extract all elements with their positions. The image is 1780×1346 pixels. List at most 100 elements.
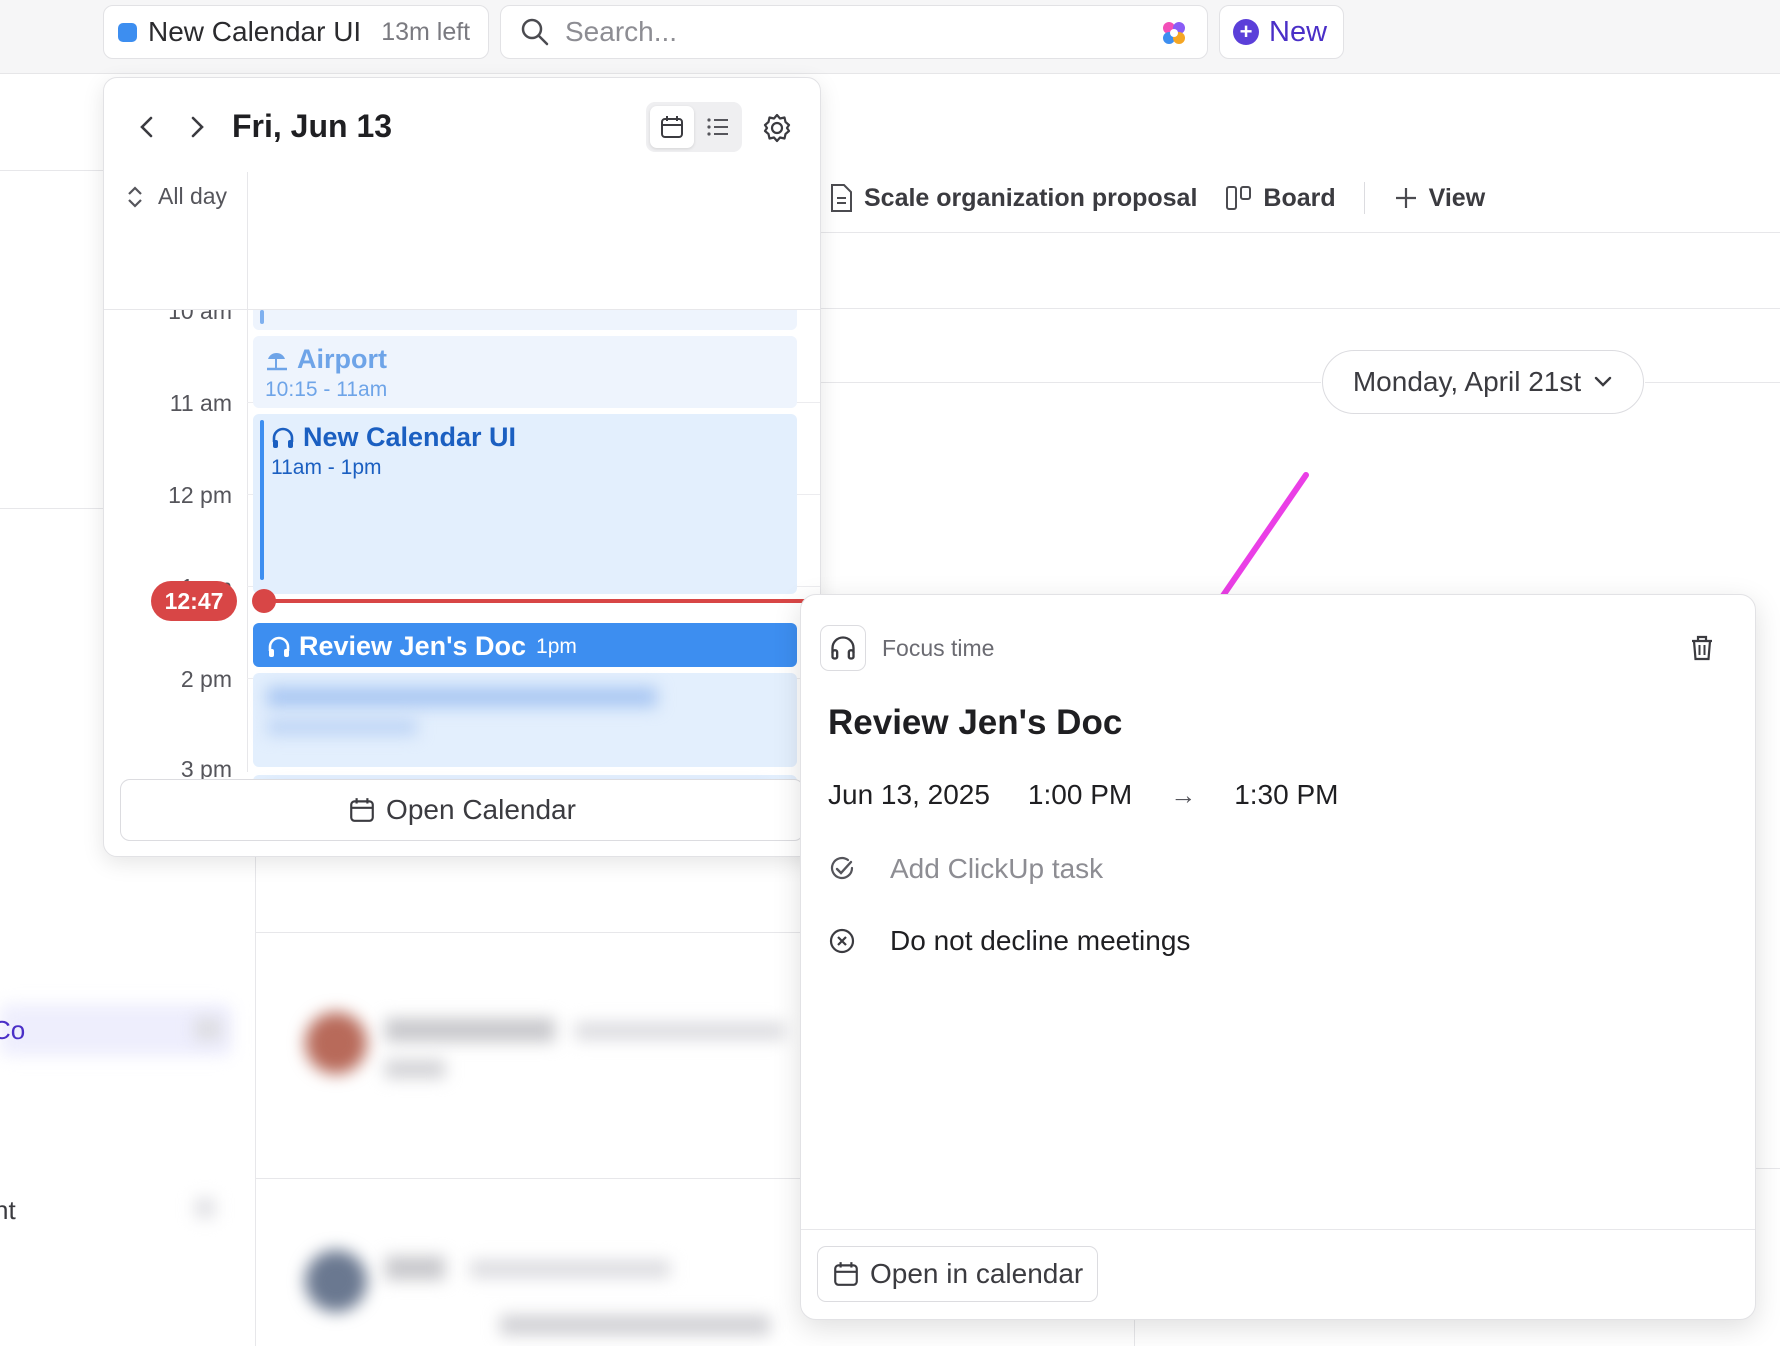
calendar-icon (834, 1262, 858, 1286)
add-view-button[interactable]: View (1393, 183, 1486, 213)
chevron-right-icon[interactable] (184, 112, 210, 142)
timer-color-dot (118, 22, 137, 42)
blurred-text (470, 1260, 670, 1278)
board-icon (1226, 186, 1252, 210)
headphones-icon (831, 636, 855, 660)
new-button[interactable]: + New (1219, 5, 1344, 59)
current-time-dot (252, 589, 276, 613)
hour-label: 10 am (168, 310, 232, 324)
view-toggle (646, 102, 742, 152)
event-detail-popover: Focus time Review Jen's Doc Jun 13, 2025… (800, 594, 1756, 1320)
calendar-panel: Fri, Jun 13 All day 10 am 11 am 12 pm 1 … (103, 77, 821, 857)
hour-label: 11 am (169, 390, 232, 416)
event-title: Airport (297, 344, 387, 374)
view-toolbar: Scale organization proposal Board View (828, 172, 1513, 224)
avatar (305, 1250, 367, 1312)
active-timer-pill[interactable]: New Calendar UI 13m left (103, 5, 489, 59)
divider (0, 508, 103, 509)
board-tab-label: Board (1263, 183, 1336, 212)
current-time-badge: 12:47 (151, 581, 237, 621)
toolbar-separator (1363, 182, 1365, 214)
divider (821, 382, 1321, 383)
headphones-icon (268, 636, 290, 657)
search-bar[interactable] (500, 5, 1208, 59)
document-icon (831, 184, 852, 212)
all-day-label: All day (158, 183, 228, 209)
decline-setting-row[interactable]: Do not decline meetings (828, 925, 1190, 957)
timer-time-left: 13m left (381, 17, 471, 46)
board-tab[interactable]: Board (1225, 183, 1336, 213)
calendar-icon (350, 798, 374, 822)
open-in-calendar-button[interactable]: Open in calendar (817, 1246, 1099, 1302)
plus-icon: + (1233, 19, 1259, 45)
divider (1134, 1320, 1135, 1346)
calendar-event-airport[interactable]: Airport 10:15 - 11am (253, 336, 797, 408)
blurred-text (575, 1022, 785, 1040)
all-day-toggle[interactable]: All day (124, 183, 227, 210)
event-title: Review Jen's Doc (299, 631, 527, 661)
blurred-text (500, 1315, 770, 1335)
blurred-text (385, 1060, 445, 1078)
headphones-icon (272, 427, 294, 448)
sidebar-item-fragment[interactable]: Co (0, 1015, 25, 1046)
divider (1645, 382, 1780, 383)
calendar-event-blurred[interactable] (253, 673, 797, 767)
divider (255, 932, 800, 933)
check-circle-icon (830, 856, 854, 880)
divider (0, 170, 103, 171)
blurred-text (267, 719, 417, 735)
chevron-left-icon[interactable] (134, 112, 160, 142)
trash-icon[interactable] (1687, 633, 1717, 663)
calendar-icon (661, 116, 683, 138)
event-time: 10:15 - 11am (265, 378, 388, 401)
event-time: 1pm (536, 634, 577, 658)
blurred-text (385, 1018, 555, 1042)
add-task-placeholder: Add ClickUp task (890, 853, 1104, 884)
event-start-time[interactable]: 1:00 PM (1028, 779, 1132, 811)
event-title-row: Airport (265, 344, 387, 375)
event-title: New Calendar UI (303, 422, 517, 452)
calendar-view-button[interactable] (650, 106, 694, 148)
popover-footer: Open in calendar (801, 1229, 1755, 1319)
divider (255, 857, 256, 1346)
event-time: 11am - 1pm (271, 456, 382, 479)
event-accent-bar (260, 420, 264, 580)
sidebar-item-fragment[interactable]: nt (0, 1195, 16, 1226)
beach-umbrella-icon (267, 352, 287, 370)
calendar-event[interactable] (253, 310, 797, 330)
event-datetime-row[interactable]: Jun 13, 2025 1:00 PM → 1:30 PM (828, 779, 1376, 811)
timer-title: New Calendar UI (148, 16, 362, 47)
ai-brain-icon[interactable] (1159, 18, 1189, 48)
doc-tab-label: Scale organization proposal (864, 183, 1198, 212)
hour-label: 2 pm (180, 666, 232, 692)
event-accent-bar (260, 310, 264, 324)
search-icon (521, 18, 549, 46)
search-input[interactable] (565, 16, 1125, 48)
blurred-text (267, 687, 657, 707)
event-end-time[interactable]: 1:30 PM (1234, 779, 1338, 811)
add-task-row[interactable]: Add ClickUp task (828, 853, 1103, 885)
event-title[interactable]: Review Jen's Doc (828, 703, 1122, 743)
x-circle-icon (829, 928, 855, 954)
decline-setting-label: Do not decline meetings (890, 925, 1191, 956)
hour-label: 12 pm (168, 482, 232, 508)
open-calendar-button[interactable]: Open Calendar (120, 779, 804, 841)
expand-collapse-icon (128, 185, 142, 208)
event-title-row: New Calendar UI (271, 422, 516, 453)
event-type-icon-box (820, 625, 866, 671)
doc-tab[interactable]: Scale organization proposal (828, 183, 1197, 213)
sidebar-count (195, 1018, 221, 1040)
event-date[interactable]: Jun 13, 2025 (828, 779, 990, 811)
list-view-button[interactable] (698, 106, 738, 148)
open-in-calendar-label: Open in calendar (870, 1258, 1084, 1289)
calendar-event-review-doc[interactable]: Review Jen's Doc 1pm (253, 623, 797, 667)
list-icon (707, 118, 728, 136)
date-selector-label: Monday, April 21st (1352, 366, 1582, 397)
gear-icon[interactable] (761, 112, 793, 144)
arrow-right-icon: → (1170, 779, 1197, 810)
calendar-event-new-calendar-ui[interactable]: New Calendar UI 11am - 1pm (253, 414, 797, 594)
date-selector[interactable]: Monday, April 21st (1322, 350, 1644, 414)
calendar-date-title: Fri, Jun 13 (232, 108, 393, 144)
add-view-label: View (1428, 183, 1486, 212)
current-time-line (264, 599, 820, 603)
